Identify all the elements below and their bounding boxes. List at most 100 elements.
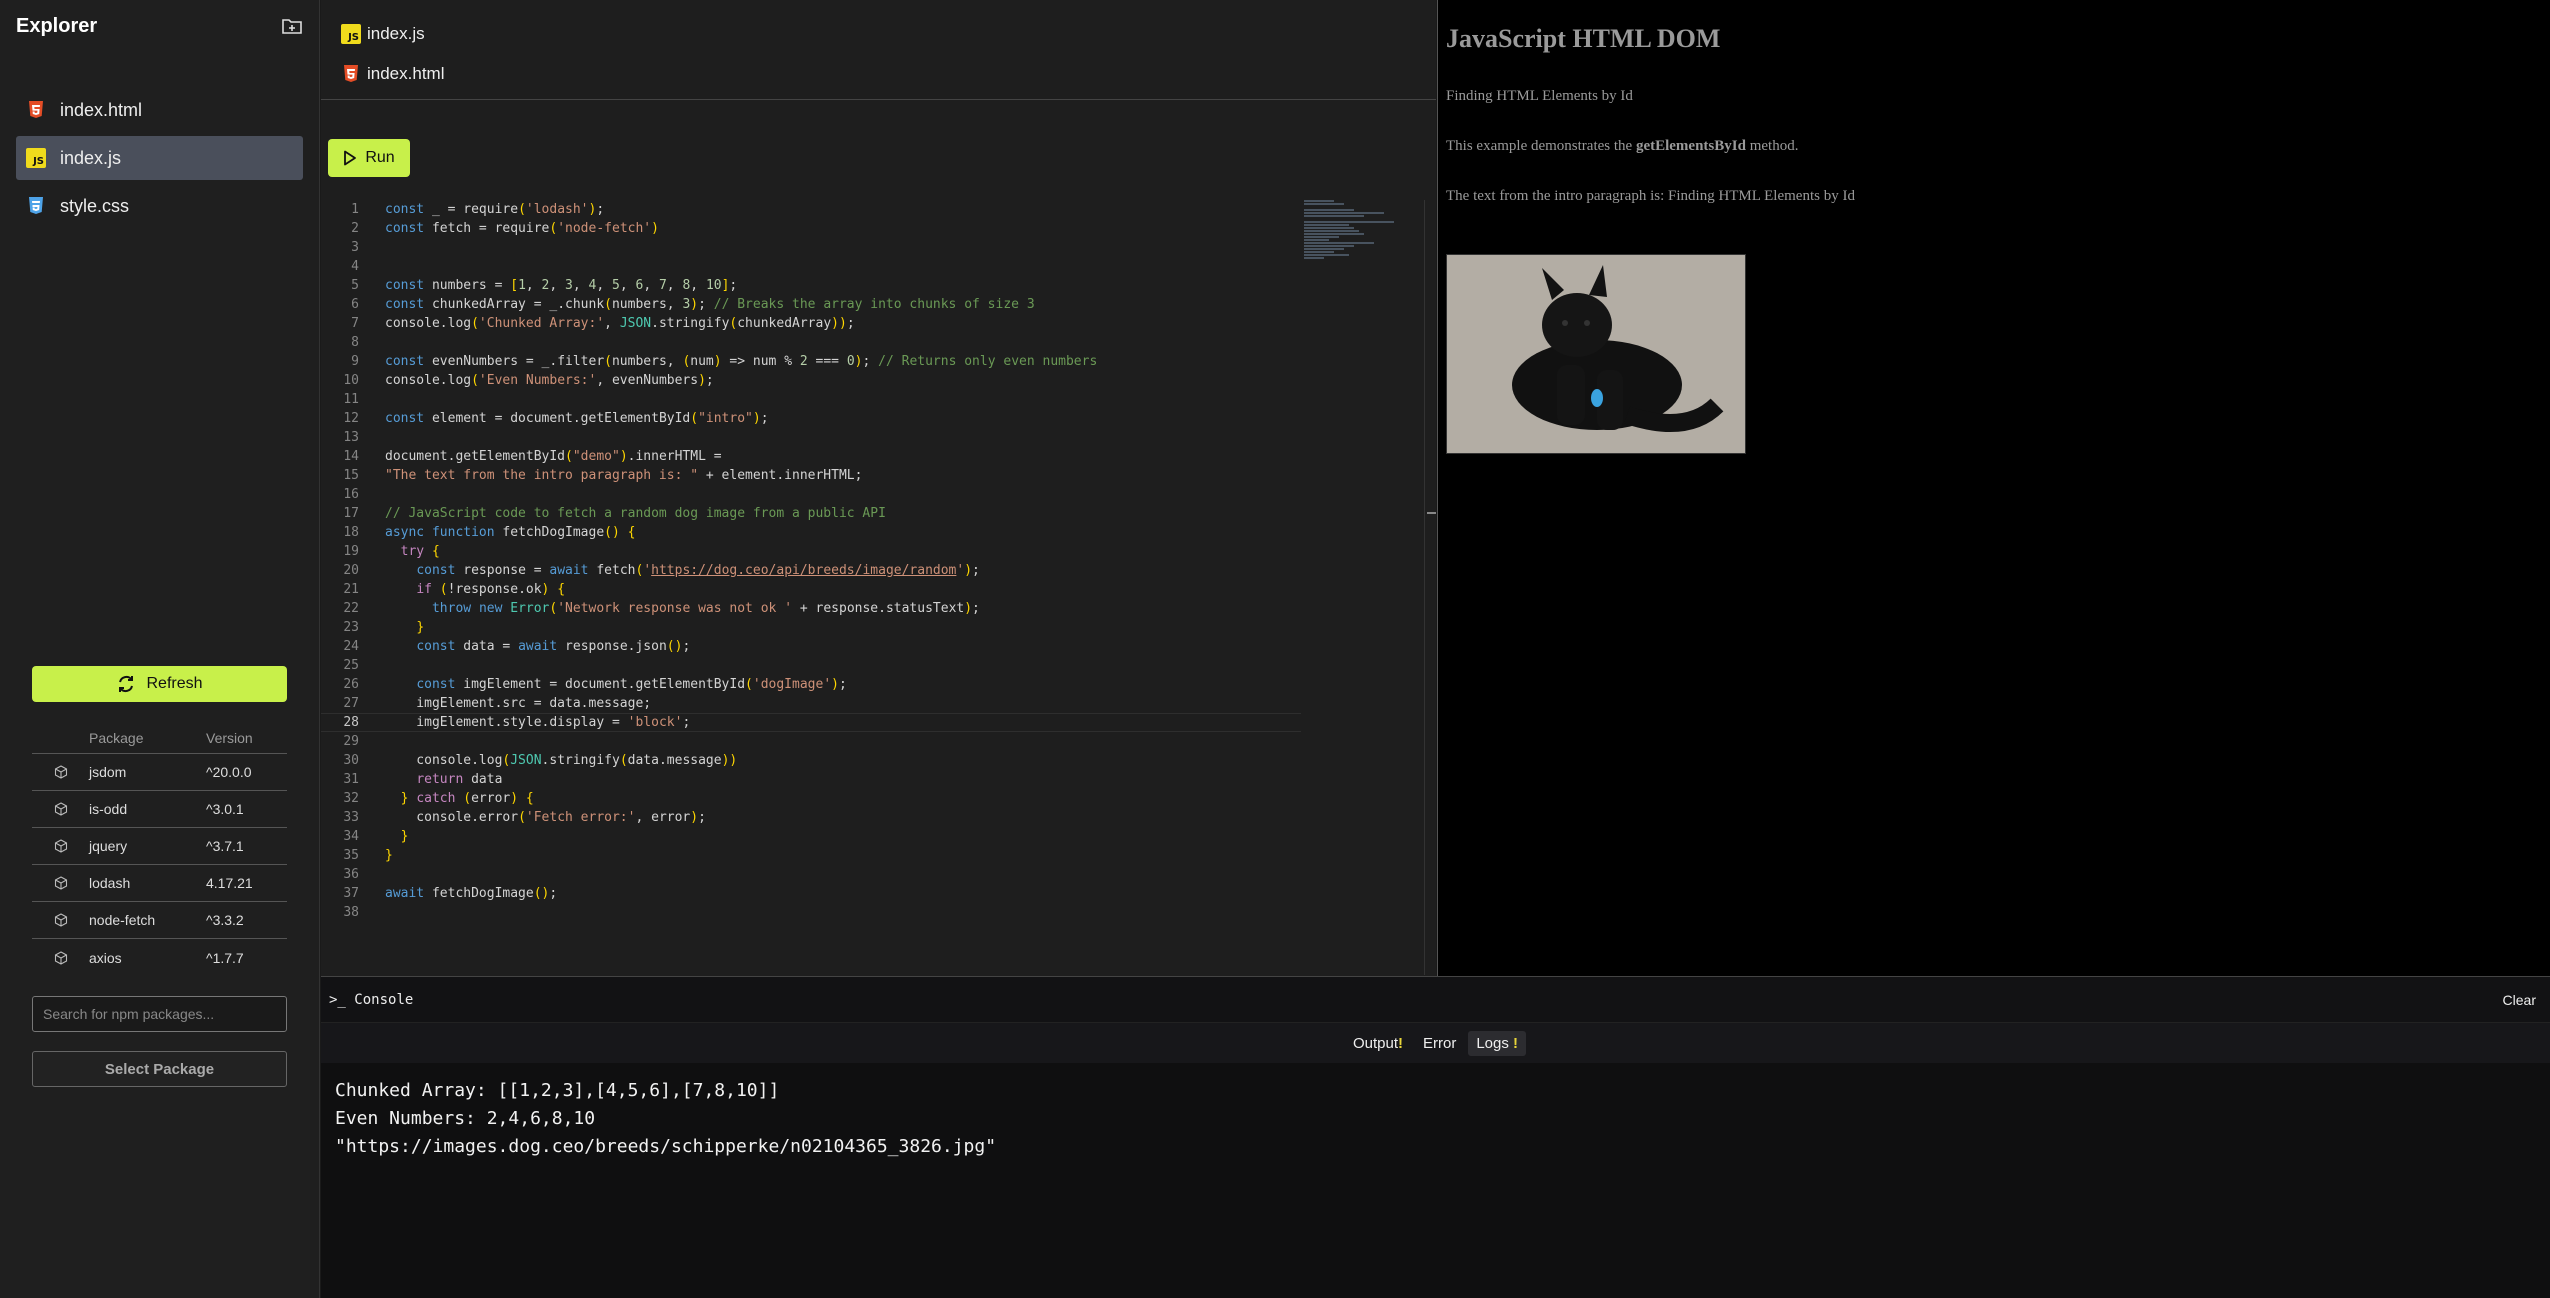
- new-folder-icon[interactable]: [281, 15, 303, 37]
- code-line[interactable]: 1 const _ = require('lodash');: [321, 200, 1301, 219]
- code-text: } catch (error) {: [400, 791, 534, 806]
- code-line[interactable]: 5 const numbers = [1, 2, 3, 4, 5, 6, 7, 8…: [321, 276, 1301, 295]
- package-row[interactable]: jsdom ^20.0.0: [32, 754, 287, 791]
- code-text: const chunkedArray = _.chunk(numbers, 3)…: [385, 297, 1035, 312]
- code-text: console.error('Fetch error:', error);: [385, 810, 706, 825]
- code-text: const element = document.getElementById(…: [385, 411, 769, 426]
- code-line[interactable]: 13: [321, 428, 1301, 447]
- tab-index-html[interactable]: index.html: [341, 54, 1436, 94]
- code-line[interactable]: 37 await fetchDogImage();: [321, 884, 1301, 903]
- line-number: 16: [343, 487, 359, 502]
- code-line[interactable]: 20 const response = await fetch('https:/…: [321, 561, 1301, 580]
- code-line[interactable]: 9 const evenNumbers = _.filter(numbers, (…: [321, 352, 1301, 371]
- tab-logs[interactable]: Logs !: [1468, 1030, 1527, 1056]
- tab-label: Error: [1422, 1034, 1457, 1052]
- line-number: 36: [343, 867, 359, 882]
- explorer-header: Explorer: [0, 0, 319, 52]
- code-line[interactable]: 31 return data: [321, 770, 1301, 789]
- code-line[interactable]: 18 async function fetchDogImage() {: [321, 523, 1301, 542]
- code-minimap[interactable]: [1304, 200, 1414, 280]
- js-icon: JS: [341, 24, 361, 44]
- line-number: 32: [343, 791, 359, 806]
- dog-image: [1446, 254, 1746, 454]
- line-number: 10: [343, 373, 359, 388]
- tab-output[interactable]: Output!: [1345, 1031, 1411, 1056]
- code-line[interactable]: 26 const imgElement = document.getElemen…: [321, 675, 1301, 694]
- code-text: }: [385, 848, 393, 863]
- code-line[interactable]: 25: [321, 656, 1301, 675]
- package-name: axios: [89, 949, 122, 966]
- code-editor[interactable]: 1 const _ = require('lodash'); 2 const fetc…: [321, 200, 1301, 922]
- tab-label: Logs: [1476, 1034, 1509, 1052]
- code-line[interactable]: 10 console.log('Even Numbers:', evenNumbe…: [321, 371, 1301, 390]
- file-item-style-css[interactable]: style.css: [16, 184, 303, 228]
- code-line[interactable]: 38: [321, 903, 1301, 922]
- package-name: is-odd: [89, 801, 128, 817]
- package-row[interactable]: is-odd ^3.0.1: [32, 791, 287, 828]
- code-line[interactable]: 23 }: [321, 618, 1301, 637]
- code-line[interactable]: 15 "The text from the intro paragraph is:…: [321, 466, 1301, 485]
- package-row[interactable]: lodash 4.17.21: [32, 865, 287, 902]
- line-number: 22: [343, 601, 359, 616]
- select-package-button[interactable]: Select Package: [32, 1051, 287, 1087]
- preview-panel: JavaScript HTML DOM Finding HTML Element…: [1437, 0, 2550, 976]
- tab-index-js[interactable]: JS index.js: [341, 14, 1436, 54]
- code-line[interactable]: 8: [321, 333, 1301, 352]
- code-text: if (!response.ok) {: [416, 582, 566, 597]
- code-line[interactable]: 17 // JavaScript code to fetch a random d…: [321, 504, 1301, 523]
- code-line[interactable]: 27 imgElement.src = data.message;: [321, 694, 1301, 713]
- code-line[interactable]: 16: [321, 485, 1301, 504]
- code-line[interactable]: 29: [321, 732, 1301, 751]
- code-text: "The text from the intro paragraph is: "…: [385, 468, 863, 483]
- package-row[interactable]: axios ^1.7.7: [32, 939, 287, 976]
- code-line[interactable]: 28 imgElement.style.display = 'block';: [321, 713, 1301, 732]
- css3-icon: [26, 196, 46, 216]
- code-line[interactable]: 21 if (!response.ok) {: [321, 580, 1301, 599]
- npm-search-input[interactable]: [32, 996, 287, 1032]
- console-title: >_ Console: [329, 992, 413, 1008]
- code-line[interactable]: 7 console.log('Chunked Array:', JSON.stri…: [321, 314, 1301, 333]
- package-name: jquery: [89, 838, 128, 854]
- code-line[interactable]: 33 console.error('Fetch error:', error);: [321, 808, 1301, 827]
- code-line[interactable]: 14 document.getElementById("demo").innerH…: [321, 447, 1301, 466]
- code-text: const evenNumbers = _.filter(numbers, (n…: [385, 354, 1098, 369]
- line-number: 1: [351, 202, 359, 217]
- clear-button[interactable]: Clear: [2503, 992, 2536, 1008]
- code-line[interactable]: 35}: [321, 846, 1301, 865]
- code-text: const numbers = [1, 2, 3, 4, 5, 6, 7, 8,…: [385, 278, 738, 293]
- code-line[interactable]: 3: [321, 238, 1301, 257]
- code-text: await fetchDogImage();: [385, 886, 558, 901]
- line-number: 33: [343, 810, 359, 825]
- editor-scrollbar[interactable]: [1424, 200, 1436, 975]
- code-line[interactable]: 4: [321, 257, 1301, 276]
- preview-heading: JavaScript HTML DOM: [1446, 24, 1721, 53]
- file-item-index-js[interactable]: JS index.js: [16, 136, 303, 180]
- code-line[interactable]: 2 const fetch = require('node-fetch'): [321, 219, 1301, 238]
- code-line[interactable]: 19 try {: [321, 542, 1301, 561]
- package-icon: [32, 765, 89, 779]
- code-text: }: [416, 620, 425, 635]
- console-output: Chunked Array: [[1,2,3],[4,5,6],[7,8,10]…: [321, 1063, 2550, 1175]
- code-line[interactable]: 12 const element = document.getElementByI…: [321, 409, 1301, 428]
- line-number: 28: [343, 715, 359, 730]
- code-line[interactable]: 32 } catch (error) {: [321, 789, 1301, 808]
- code-line[interactable]: 34 }: [321, 827, 1301, 846]
- package-name: jsdom: [89, 764, 127, 780]
- tab-error[interactable]: Error: [1415, 1031, 1464, 1056]
- code-line[interactable]: 22 throw new Error('Network response was…: [321, 599, 1301, 618]
- code-line[interactable]: 11: [321, 390, 1301, 409]
- code-line[interactable]: 30 console.log(JSON.stringify(data.messa…: [321, 751, 1301, 770]
- js-badge-text: JS: [26, 148, 46, 168]
- refresh-button[interactable]: Refresh: [32, 666, 287, 702]
- package-row[interactable]: node-fetch ^3.3.2: [32, 902, 287, 939]
- code-line[interactable]: 6 const chunkedArray = _.chunk(numbers, 3…: [321, 295, 1301, 314]
- code-line[interactable]: 24 const data = await response.json();: [321, 637, 1301, 656]
- html5-icon: [26, 100, 46, 120]
- code-line[interactable]: 36: [321, 865, 1301, 884]
- package-row[interactable]: jquery ^3.7.1: [32, 828, 287, 865]
- code-text: async function fetchDogImage() {: [385, 525, 636, 540]
- file-item-index-html[interactable]: index.html: [16, 88, 303, 132]
- line-number: 30: [343, 753, 359, 768]
- package-icon: [32, 913, 89, 927]
- run-button[interactable]: Run: [328, 139, 410, 177]
